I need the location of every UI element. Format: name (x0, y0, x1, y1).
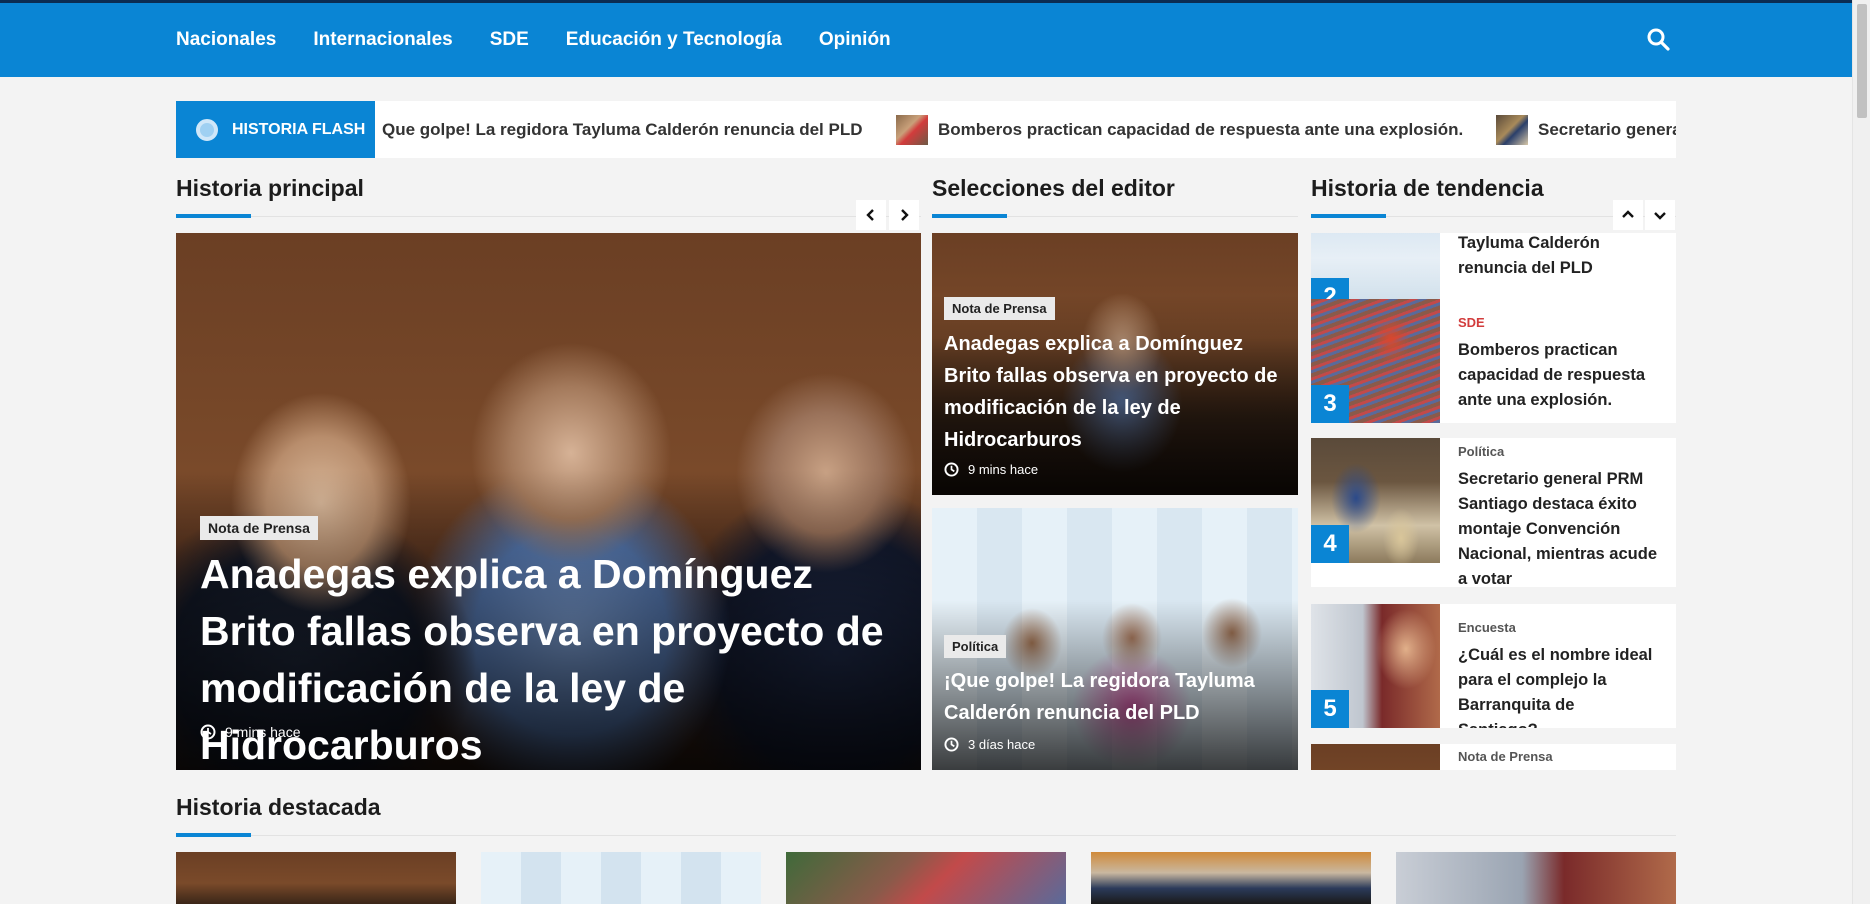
trending-item-image (1311, 744, 1440, 770)
flash-item-text[interactable]: Secretario general (1538, 120, 1676, 140)
trending-item-title[interactable]: Bomberos practican capacidad de respuest… (1458, 338, 1658, 413)
trending-list[interactable]: 2 Tayluma Calderón renuncia del PLD 3 SD… (1311, 233, 1676, 770)
section-divider (176, 835, 1676, 836)
featured-story-thumbnail[interactable] (1091, 852, 1371, 904)
nav-item-opinion[interactable]: Opinión (819, 29, 891, 51)
carousel-prev-button[interactable] (856, 200, 886, 230)
trending-item[interactable]: 3 SDE Bomberos practican capacidad de re… (1311, 299, 1676, 423)
section-underline (932, 214, 1007, 218)
section-divider (176, 216, 921, 217)
flash-item[interactable]: Secretario general (1496, 101, 1676, 158)
nav-item-internacionales[interactable]: Internacionales (313, 29, 452, 51)
section-underline (176, 214, 251, 218)
editor-pick-category[interactable]: Política (944, 635, 1007, 658)
main-story-time: 9 mins hace (200, 724, 300, 740)
trending-item-title[interactable]: Tayluma Calderón renuncia del PLD (1458, 233, 1658, 281)
section-title-main: Historia principal (176, 175, 364, 201)
nav-item-sde[interactable]: SDE (490, 29, 529, 51)
trending-item-number: 4 (1311, 525, 1349, 563)
trending-item[interactable]: Nota de Prensa (1311, 744, 1676, 770)
page-scrollbar[interactable] (1852, 0, 1870, 904)
chevron-down-icon (1654, 212, 1666, 220)
clock-icon (200, 724, 216, 740)
editor-pick-headline[interactable]: Anadegas explica a Domínguez Brito falla… (944, 328, 1284, 456)
trending-item-number: 5 (1311, 690, 1349, 728)
featured-story-thumbnail[interactable] (481, 852, 761, 904)
editor-pick-headline[interactable]: ¡Que golpe! La regidora Tayluma Calderón… (944, 665, 1284, 729)
chevron-left-icon (866, 209, 874, 221)
search-icon[interactable] (1646, 27, 1674, 55)
top-navigation-bar: Nacionales Internacionales SDE Educación… (0, 0, 1852, 77)
chevron-up-icon (1622, 210, 1634, 218)
trending-item-category[interactable]: Nota de Prensa (1458, 749, 1553, 764)
flash-item-text[interactable]: Que golpe! La regidora Tayluma Calderón … (382, 120, 863, 140)
editor-pick-time-text: 3 días hace (968, 737, 1036, 752)
trending-up-button[interactable] (1613, 200, 1643, 230)
trending-item-title[interactable]: ¿Cuál es el nombre ideal para el complej… (1458, 643, 1658, 728)
flash-item-text[interactable]: Bomberos practican capacidad de respuest… (938, 120, 1463, 140)
flash-item[interactable]: Bomberos practican capacidad de respuest… (896, 101, 1463, 158)
featured-story-thumbnail[interactable] (1396, 852, 1676, 904)
clock-icon (944, 462, 959, 477)
scrollbar-thumb[interactable] (1857, 4, 1867, 118)
editor-pick-time-text: 9 mins hace (968, 462, 1039, 477)
trending-down-button[interactable] (1645, 200, 1675, 230)
trending-item[interactable]: 4 Política Secretario general PRM Santia… (1311, 438, 1676, 587)
flash-dot-icon (196, 118, 218, 141)
carousel-next-button[interactable] (889, 200, 919, 230)
section-title-editor: Selecciones del editor (932, 175, 1175, 201)
section-title-featured: Historia destacada (176, 794, 381, 820)
section-title-trending: Historia de tendencia (1311, 175, 1544, 201)
trending-item[interactable]: 5 Encuesta ¿Cuál es el nombre ideal para… (1311, 604, 1676, 728)
flash-item[interactable]: Que golpe! La regidora Tayluma Calderón … (382, 101, 863, 158)
trending-item-category[interactable]: Política (1458, 444, 1504, 459)
nav-item-nacionales[interactable]: Nacionales (176, 29, 276, 51)
trending-item-category[interactable]: SDE (1458, 315, 1485, 330)
main-story-headline[interactable]: Anadegas explica a Domínguez Brito falla… (200, 546, 900, 770)
trending-item-title[interactable]: Secretario general PRM Santiago destaca … (1458, 467, 1658, 587)
flash-ticker: HISTORIA FLASH Que golpe! La regidora Ta… (176, 101, 1676, 158)
clock-icon (944, 737, 959, 752)
editor-pick-card[interactable]: Política ¡Que golpe! La regidora Tayluma… (932, 508, 1298, 770)
main-nav: Nacionales Internacionales SDE Educación… (176, 3, 928, 77)
main-story-card[interactable]: Nota de Prensa Anadegas explica a Domíng… (176, 233, 921, 770)
flash-label-text: HISTORIA FLASH (232, 120, 366, 138)
featured-story-thumbnail[interactable] (786, 852, 1066, 904)
main-story-category[interactable]: Nota de Prensa (200, 516, 318, 540)
trending-item-number: 3 (1311, 385, 1349, 423)
chevron-right-icon (901, 209, 909, 221)
nav-item-educacion-tecnologia[interactable]: Educación y Tecnología (566, 29, 782, 51)
editor-pick-time: 3 días hace (944, 737, 1035, 752)
featured-story-thumbnail[interactable] (176, 852, 456, 904)
section-underline (1311, 214, 1386, 218)
flash-item-thumbnail (1496, 114, 1528, 145)
trending-item-category[interactable]: Encuesta (1458, 620, 1516, 635)
main-story-time-text: 9 mins hace (225, 724, 301, 740)
flash-item-thumbnail (896, 114, 928, 145)
flash-label: HISTORIA FLASH (176, 101, 375, 158)
section-underline (176, 833, 251, 837)
editor-pick-category[interactable]: Nota de Prensa (944, 297, 1055, 320)
editor-pick-time: 9 mins hace (944, 462, 1038, 477)
editor-pick-card[interactable]: Nota de Prensa Anadegas explica a Domíng… (932, 233, 1298, 495)
